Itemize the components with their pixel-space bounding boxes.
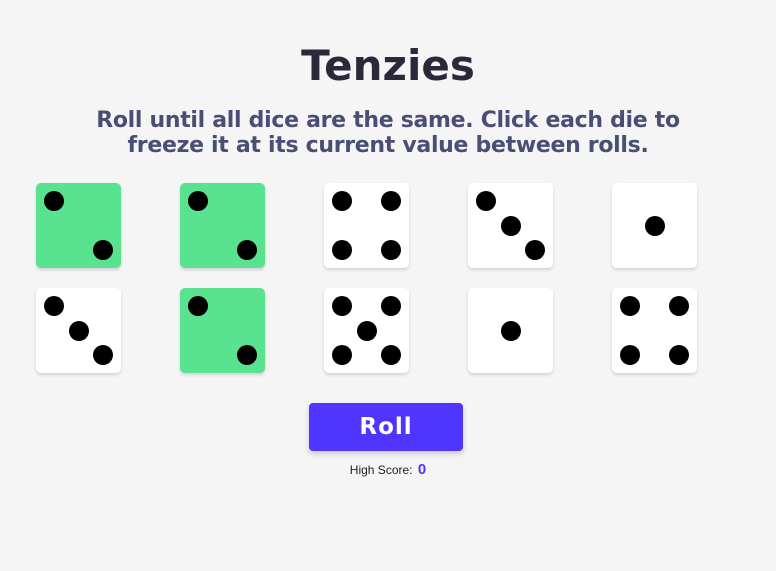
die-pip bbox=[331, 190, 352, 211]
die-pip bbox=[525, 240, 546, 261]
die-pip bbox=[381, 190, 402, 211]
die-pip bbox=[381, 345, 402, 366]
die-pip bbox=[43, 190, 64, 211]
die-pip bbox=[644, 215, 665, 236]
die-pip bbox=[331, 345, 352, 366]
die-1[interactable] bbox=[36, 183, 121, 268]
die-pip bbox=[43, 295, 64, 316]
dice-grid bbox=[36, 183, 697, 373]
die-pip bbox=[237, 240, 258, 261]
die-pip bbox=[669, 345, 690, 366]
die-pip bbox=[669, 295, 690, 316]
die-pip bbox=[475, 190, 496, 211]
die-3[interactable] bbox=[324, 183, 409, 268]
high-score-label: High Score: bbox=[349, 463, 413, 477]
die-pip bbox=[331, 295, 352, 316]
die-pip bbox=[93, 240, 114, 261]
die-pip bbox=[381, 295, 402, 316]
die-pip bbox=[619, 345, 640, 366]
high-score-value: 0 bbox=[417, 461, 427, 478]
die-5[interactable] bbox=[612, 183, 697, 268]
die-6[interactable] bbox=[36, 288, 121, 373]
die-pip bbox=[187, 190, 208, 211]
die-pip bbox=[381, 240, 402, 261]
die-pip bbox=[187, 295, 208, 316]
die-pip bbox=[500, 320, 521, 341]
high-score: High Score: 0 bbox=[0, 461, 776, 478]
die-pip bbox=[93, 345, 114, 366]
die-4[interactable] bbox=[468, 183, 553, 268]
die-pip bbox=[356, 320, 377, 341]
die-pip bbox=[619, 295, 640, 316]
die-pip bbox=[331, 240, 352, 261]
die-9[interactable] bbox=[468, 288, 553, 373]
die-10[interactable] bbox=[612, 288, 697, 373]
die-7[interactable] bbox=[180, 288, 265, 373]
die-2[interactable] bbox=[180, 183, 265, 268]
die-pip bbox=[500, 215, 521, 236]
instructions-text: Roll until all dice are the same. Click … bbox=[96, 108, 680, 158]
roll-button[interactable]: Roll bbox=[309, 403, 463, 451]
die-8[interactable] bbox=[324, 288, 409, 373]
page-title: Tenzies bbox=[301, 41, 475, 90]
die-pip bbox=[68, 320, 89, 341]
die-pip bbox=[237, 345, 258, 366]
